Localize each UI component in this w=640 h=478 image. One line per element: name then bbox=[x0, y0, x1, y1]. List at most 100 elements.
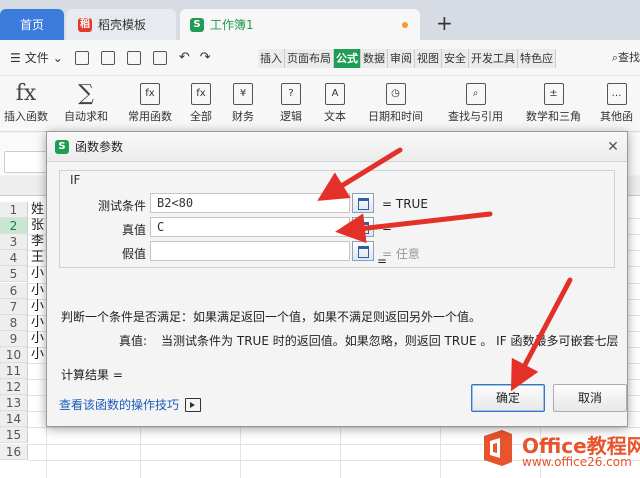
function-category[interactable]: fx 常用函数 bbox=[128, 80, 172, 124]
function-category-icon: ∑ bbox=[78, 81, 94, 106]
arg-input-true[interactable]: C bbox=[150, 217, 350, 237]
ribbon-tabs: 插入 页面布局 公式 数据 审阅 视图 安全 开发工具 特色应 bbox=[258, 49, 556, 68]
new-tab-plus-icon[interactable]: + bbox=[436, 13, 453, 33]
function-category[interactable]: … 其他函 bbox=[600, 80, 633, 124]
row-header[interactable]: 3 bbox=[0, 234, 28, 251]
function-category[interactable]: fx 全部 bbox=[190, 80, 212, 124]
function-category[interactable]: ◷ 日期和时间 bbox=[368, 80, 423, 124]
file-menu[interactable]: ☰ 文件 ⌄ bbox=[10, 49, 63, 66]
tab-templates-label: 稻壳模板 bbox=[98, 18, 147, 32]
function-category-label: 插入函数 bbox=[4, 110, 48, 123]
function-category-icon: fx bbox=[191, 83, 211, 105]
tab-workbook[interactable]: S 工作簿1 bbox=[180, 9, 420, 40]
cancel-button[interactable]: 取消 bbox=[553, 384, 627, 412]
tab-workbook-label: 工作簿1 bbox=[210, 18, 254, 32]
hamburger-icon: ☰ bbox=[10, 50, 21, 65]
redo-icon[interactable]: ↷ bbox=[200, 50, 211, 65]
arg-input-false[interactable] bbox=[150, 241, 350, 261]
function-category-icon: fx bbox=[140, 83, 160, 105]
function-category-label: 其他函 bbox=[600, 110, 633, 123]
function-category[interactable]: fx 插入函数 bbox=[4, 80, 48, 124]
arg-label-true: 真值 bbox=[121, 223, 146, 237]
function-category[interactable]: ? 逻辑 bbox=[280, 80, 302, 124]
function-category-label: 日期和时间 bbox=[368, 110, 423, 123]
print-icon[interactable] bbox=[126, 50, 141, 65]
search-box[interactable]: ⌕查找 bbox=[612, 49, 640, 65]
preview-icon[interactable] bbox=[152, 50, 167, 65]
row-header[interactable]: 14 bbox=[0, 411, 28, 428]
help-link[interactable]: 查看该函数的操作技巧 bbox=[59, 396, 202, 413]
ribbon-tab[interactable]: 安全 bbox=[442, 49, 469, 68]
function-description: 判断一个条件是否满足：如果满足返回一个值，如果不满足则返回另外一个值。 bbox=[61, 310, 482, 324]
function-category[interactable]: ⌕ 查找与引用 bbox=[448, 80, 503, 124]
ribbon-tab[interactable]: 审阅 bbox=[388, 49, 415, 68]
function-category[interactable]: ± 数学和三角 bbox=[526, 80, 581, 124]
row-header[interactable]: 4 bbox=[0, 250, 28, 267]
function-arguments-dialog: S 函数参数 ✕ IF 测试条件 B2<80 = TRUE 真值 C = 假值 … bbox=[46, 131, 628, 427]
arg-label-test: 测试条件 bbox=[97, 199, 146, 213]
row-header[interactable]: 10 bbox=[0, 346, 28, 363]
arg-result-true: = bbox=[382, 221, 393, 235]
collapse-range-icon[interactable] bbox=[352, 241, 374, 261]
row-header[interactable]: 11 bbox=[0, 363, 28, 380]
save-icon[interactable] bbox=[74, 50, 89, 65]
export-icon[interactable] bbox=[100, 50, 115, 65]
function-category-icon: ⌕ bbox=[465, 83, 486, 105]
function-category[interactable]: A 文本 bbox=[324, 80, 346, 124]
collapse-range-icon[interactable] bbox=[352, 193, 374, 213]
function-category-label: 文本 bbox=[324, 110, 346, 123]
row-header[interactable]: 8 bbox=[0, 314, 28, 331]
function-category[interactable]: ∑ 自动求和 bbox=[64, 80, 108, 124]
ribbon-tab[interactable]: 数据 bbox=[361, 49, 388, 68]
function-result-equals: = bbox=[377, 254, 388, 268]
ok-button[interactable]: 确定 bbox=[471, 384, 545, 412]
function-name: IF bbox=[70, 173, 81, 187]
tab-templates[interactable]: 稻 稻壳模板 bbox=[66, 9, 176, 40]
search-label: 查找 bbox=[618, 51, 640, 64]
row-header[interactable]: 12 bbox=[0, 379, 28, 396]
row-header[interactable]: 6 bbox=[0, 282, 28, 299]
spreadsheet-logo-icon: S bbox=[55, 139, 69, 154]
row-header[interactable]: 2 bbox=[0, 218, 28, 235]
ribbon-tab[interactable]: 开发工具 bbox=[469, 49, 518, 68]
arg-result-test: = TRUE bbox=[382, 197, 428, 211]
ribbon-tab[interactable]: 视图 bbox=[415, 49, 442, 68]
docer-logo-icon: 稻 bbox=[78, 17, 92, 32]
ribbon-tab[interactable]: 公式 bbox=[334, 49, 361, 68]
calc-result: 计算结果 = bbox=[61, 368, 123, 382]
row-header[interactable]: 13 bbox=[0, 395, 28, 412]
office-logo-icon bbox=[484, 430, 512, 466]
close-icon[interactable]: ✕ bbox=[605, 139, 621, 155]
dialog-title: 函数参数 bbox=[75, 140, 124, 154]
dialog-title-bar[interactable]: S 函数参数 ✕ bbox=[47, 132, 627, 162]
function-category-label: 自动求和 bbox=[64, 110, 108, 123]
function-category-icon: … bbox=[606, 83, 627, 105]
ribbon-tab[interactable]: 特色应 bbox=[518, 49, 556, 68]
ribbon-tab[interactable]: 插入 bbox=[258, 49, 285, 68]
video-tutorial-icon bbox=[185, 397, 202, 412]
ribbon-tab[interactable]: 页面布局 bbox=[285, 49, 334, 68]
function-category-icon: ? bbox=[281, 83, 301, 105]
parameter-description: 真值: 当测试条件为 TRUE 时的返回值。如果忽略，则返回 TRUE 。 IF … bbox=[119, 332, 625, 349]
row-header[interactable]: 1 bbox=[0, 202, 28, 219]
collapse-range-icon[interactable] bbox=[352, 217, 374, 237]
function-category-icon: ± bbox=[543, 83, 564, 105]
arg-input-test[interactable]: B2<80 bbox=[150, 193, 350, 213]
name-box[interactable] bbox=[4, 151, 48, 173]
row-header[interactable]: 7 bbox=[0, 298, 28, 315]
function-category[interactable]: ¥ 财务 bbox=[232, 80, 254, 124]
menu-row: ☰ 文件 ⌄ ↶ ↷ 插入 页面布局 公式 数据 审阅 视图 安全 开发工具 特色应 ⌕查找 bbox=[0, 40, 640, 76]
function-category-icon: ◷ bbox=[385, 83, 406, 105]
function-category-icon: A bbox=[325, 83, 345, 105]
arg-result-false: = 任意 bbox=[382, 247, 420, 261]
watermark-url: www.office26.com bbox=[522, 455, 632, 469]
row-header[interactable]: 16 bbox=[0, 443, 28, 460]
undo-icon[interactable]: ↶ bbox=[179, 50, 190, 65]
row-header[interactable]: 15 bbox=[0, 427, 28, 444]
function-category-label: 数学和三角 bbox=[526, 110, 581, 123]
cell[interactable]: 小 bbox=[31, 346, 44, 364]
row-header[interactable]: 5 bbox=[0, 266, 28, 283]
row-header[interactable]: 9 bbox=[0, 330, 28, 347]
function-category-label: 常用函数 bbox=[128, 110, 172, 123]
tab-home[interactable]: 首页 bbox=[0, 9, 64, 40]
